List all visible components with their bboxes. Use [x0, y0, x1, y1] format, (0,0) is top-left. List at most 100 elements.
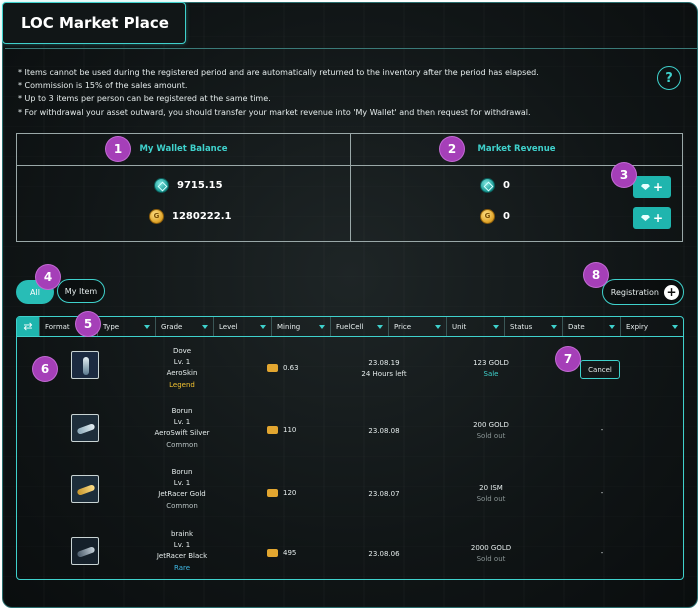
teal-token-icon [154, 178, 169, 193]
item-thumbnail [71, 537, 99, 565]
date-cell: 23.08.06 [349, 549, 419, 560]
column-grade[interactable]: Grade [155, 317, 213, 336]
plus-icon: + [652, 211, 664, 225]
column-status[interactable]: Status [504, 317, 562, 336]
date-value: 23.08.08 [368, 427, 400, 435]
column-type[interactable]: Type [97, 317, 155, 336]
item-name: Borun [171, 407, 193, 415]
price-value: 200 GOLD [473, 421, 509, 429]
gold-coin-icon [149, 209, 164, 224]
item-level: Lv. 1 [173, 418, 191, 427]
column-label: Status [510, 322, 533, 331]
mining-cell: 110 [267, 426, 296, 434]
column-label: Format [45, 322, 70, 331]
time-left: 24 Hours left [361, 370, 407, 378]
item-info: braink Lv. 1 JetRacer Black Rare [137, 529, 227, 574]
column-label: FuelCell [336, 322, 364, 331]
date-cell: 23.08.07 [349, 489, 419, 500]
dropdown-icon [319, 324, 325, 329]
item-info: Borun Lv. 1 AeroSwift Silver Common [137, 406, 227, 451]
date-cell: 23.08.08 [349, 426, 419, 437]
notice-item: * Items cannot be used during the regist… [18, 68, 539, 77]
table-header: ⇄ Format Type Grade Level Mining FuelCel… [17, 317, 683, 337]
price-value: 20 ISM [479, 484, 503, 492]
item-type: JetRacer Black [156, 552, 208, 561]
item-level: Lv. 1 [173, 358, 191, 367]
notice-list: * Items cannot be used during the regist… [18, 66, 539, 119]
refresh-icon[interactable]: ⇄ [17, 317, 39, 336]
callout-badge: 1 [106, 137, 130, 161]
transfer-gold-button[interactable]: + [633, 207, 671, 229]
column-level[interactable]: Level [213, 317, 271, 336]
plus-icon: + [652, 180, 664, 194]
date-value: 23.08.06 [368, 550, 400, 558]
revenue-teal-amount: 0 [503, 180, 510, 191]
dropdown-icon [493, 324, 499, 329]
price-cell: 200 GOLD Sold out [459, 420, 523, 442]
callout-badge: 6 [33, 357, 57, 381]
character-icon [83, 357, 89, 375]
hoverboard-icon [76, 423, 96, 435]
registration-button[interactable]: Registration + [602, 279, 684, 305]
callout-badge: 8 [584, 263, 608, 287]
filter-my-item-button[interactable]: My Item [57, 279, 105, 303]
expiry-value: - [600, 489, 604, 497]
item-thumbnail [71, 351, 99, 379]
column-label: Price [394, 322, 412, 331]
column-mining[interactable]: Mining [271, 317, 330, 336]
item-thumbnail [71, 475, 99, 503]
column-label: Expiry [626, 322, 648, 331]
table-row[interactable]: braink Lv. 1 JetRacer Black Rare 495 23.… [17, 524, 683, 585]
wallet-teal-balance: 9715.15 [154, 178, 223, 193]
dropdown-icon [202, 324, 208, 329]
add-icon: + [664, 284, 679, 300]
item-name: braink [170, 530, 194, 538]
hoverboard-icon [76, 546, 96, 558]
price-cell: 123 GOLD Sale [459, 358, 523, 380]
expiry-value: - [600, 426, 604, 434]
callout-badge: 7 [556, 347, 580, 371]
coin-icon [267, 426, 278, 434]
mining-icon [267, 364, 278, 372]
item-grade: Rare [173, 563, 191, 572]
table-row[interactable]: Borun Lv. 1 JetRacer Gold Common 120 23.… [17, 462, 683, 523]
mining-value: 0.63 [283, 364, 299, 372]
item-level: Lv. 1 [173, 479, 191, 488]
column-expiry[interactable]: Expiry [620, 317, 683, 336]
table-row[interactable]: Borun Lv. 1 AeroSwift Silver Common 110 … [17, 401, 683, 462]
column-price[interactable]: Price [388, 317, 446, 336]
column-label: Level [219, 322, 238, 331]
coin-icon [267, 549, 278, 557]
revenue-gold-balance: 0 [480, 209, 510, 224]
cancel-button[interactable]: Cancel [580, 360, 620, 379]
status-value: Sold out [476, 555, 506, 563]
item-grade: Common [166, 501, 198, 510]
status-value: Sold out [476, 495, 506, 503]
date-value: 23.08.19 [368, 359, 400, 367]
revenue-gold-amount: 0 [503, 211, 510, 222]
notice-item: * Commission is 15% of the sales amount. [18, 81, 188, 91]
mining-value: 120 [283, 489, 297, 497]
dropdown-icon [609, 324, 615, 329]
price-cell: 20 ISM Sold out [459, 483, 523, 505]
registration-label: Registration [610, 287, 659, 297]
column-unit[interactable]: Unit [446, 317, 504, 336]
date-cell: 23.08.19 24 Hours left [349, 358, 419, 380]
item-thumbnail [71, 414, 99, 442]
column-date[interactable]: Date [562, 317, 620, 336]
table-row[interactable]: Dove Lv. 1 AeroSkin Legend 0.63 23.08.19… [17, 338, 683, 399]
gem-icon [640, 184, 650, 190]
status-value: Sale [483, 370, 499, 378]
mining-cell: 0.63 [267, 364, 299, 372]
dropdown-icon [144, 324, 150, 329]
transfer-teal-button[interactable]: + [633, 176, 671, 198]
mining-value: 495 [283, 549, 297, 557]
column-fuelcell[interactable]: FuelCell [330, 317, 388, 336]
market-table: ⇄ Format Type Grade Level Mining FuelCel… [16, 316, 684, 580]
date-value: 23.08.07 [368, 490, 400, 498]
help-button[interactable]: ? [657, 66, 681, 90]
notice-item: * Up to 3 items per person can be regist… [18, 94, 271, 104]
wallet-gold-balance: 1280222.1 [149, 209, 231, 224]
dropdown-icon [551, 324, 557, 329]
dropdown-icon [377, 324, 383, 329]
